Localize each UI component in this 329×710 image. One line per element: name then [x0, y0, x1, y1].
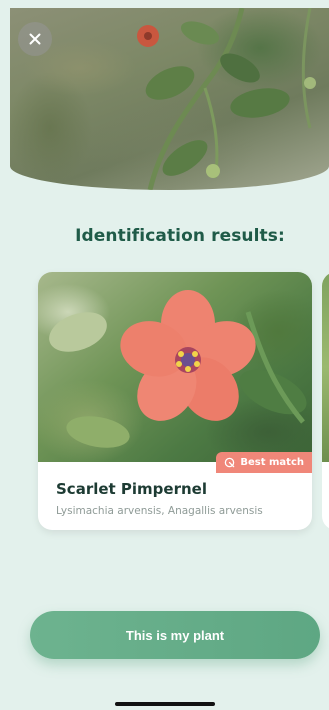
- flower-art: [49, 290, 307, 448]
- result-card[interactable]: Best match Scarlet Pimpernel Lysimachia …: [38, 272, 312, 530]
- home-indicator: [115, 702, 215, 706]
- plant-scientific-name: Lysimachia arvensis, Anagallis arvensis: [56, 505, 263, 517]
- identification-screen: Identification results: Best match Scarl…: [0, 0, 329, 710]
- close-icon: [29, 33, 41, 45]
- best-match-badge: Best match: [216, 452, 312, 473]
- results-title: Identification results:: [75, 226, 285, 246]
- plant-common-name: Scarlet Pimpernel: [56, 480, 207, 498]
- badge-label: Best match: [240, 457, 304, 468]
- this-is-my-plant-button[interactable]: This is my plant: [30, 611, 320, 659]
- next-result-card[interactable]: [322, 272, 329, 530]
- next-result-photo: [322, 272, 329, 462]
- close-button[interactable]: [18, 22, 52, 56]
- captured-photo-art: [137, 8, 316, 190]
- result-photo: [38, 272, 312, 462]
- target-leaf-icon: [225, 457, 235, 468]
- captured-photo: [10, 8, 329, 190]
